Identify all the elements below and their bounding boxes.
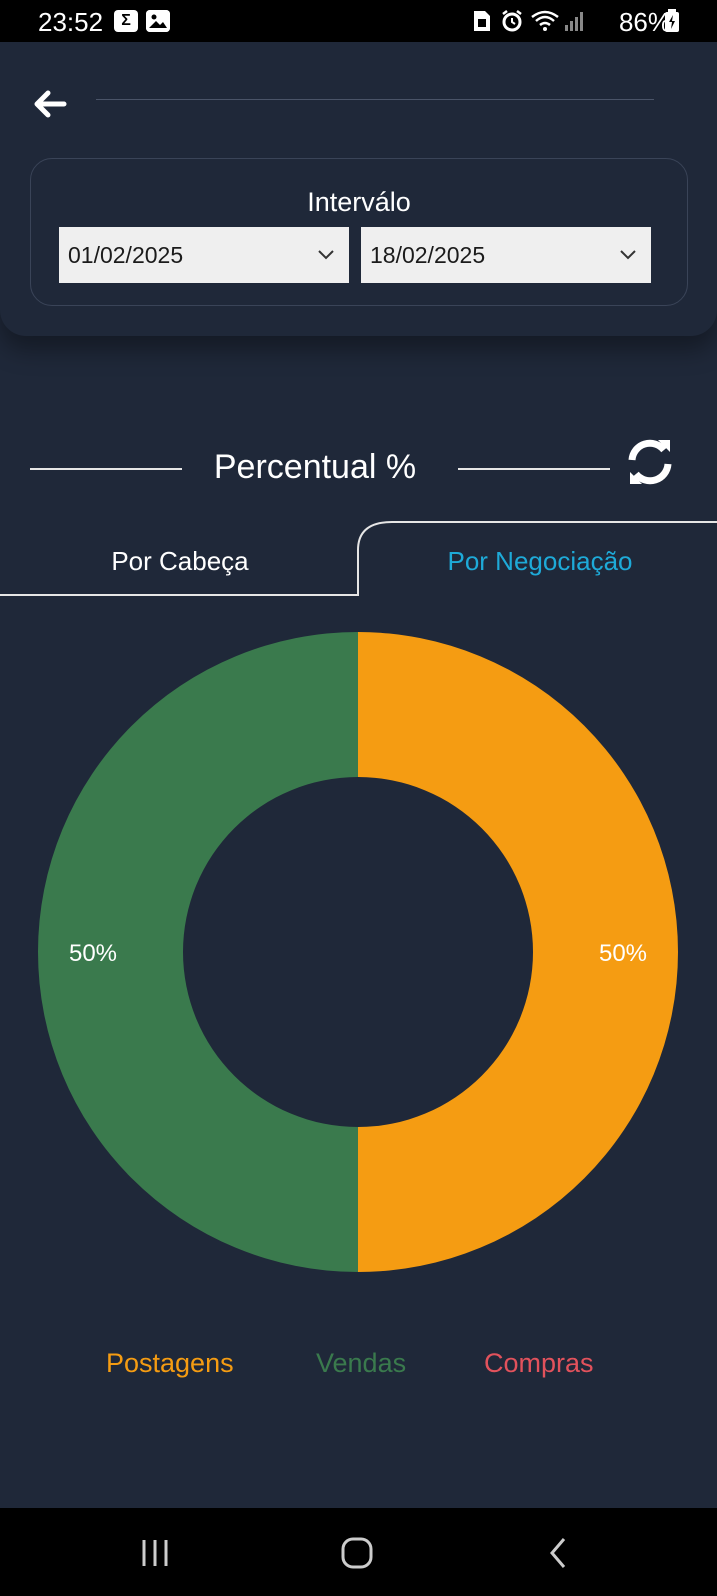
- tab-por-negociacao[interactable]: Por Negociação: [410, 546, 670, 577]
- chevron-down-icon: [620, 250, 636, 260]
- sigma-icon: Σ: [114, 10, 138, 32]
- status-time: 23:52: [38, 7, 104, 37]
- legend-postagens: Postagens: [106, 1348, 234, 1378]
- status-bar: 23:52 Σ 86%: [0, 0, 717, 42]
- chevron-down-icon: [318, 250, 334, 260]
- legend-vendas: Vendas: [316, 1348, 407, 1378]
- tab-bar: Por Cabeça Por Negociação: [0, 518, 717, 598]
- end-date-select[interactable]: 18/02/2025: [361, 227, 651, 283]
- header-divider: [96, 99, 654, 100]
- interval-label: Interválo: [307, 187, 411, 217]
- recent-apps-icon: [142, 1540, 168, 1566]
- header-panel: Interválo 01/02/2025 18/02/2025: [0, 42, 717, 336]
- end-date-value: 18/02/2025: [370, 242, 486, 268]
- recent-apps-button[interactable]: [130, 1528, 180, 1578]
- data-label-vendas: 50%: [69, 940, 117, 967]
- back-button[interactable]: [28, 82, 72, 126]
- tab-por-cabeca[interactable]: Por Cabeça: [60, 546, 300, 577]
- back-nav-button[interactable]: [534, 1528, 584, 1578]
- home-icon: [341, 1537, 373, 1569]
- donut-chart: 50% 50%: [0, 630, 717, 1290]
- navigation-bar: [0, 1508, 717, 1596]
- legend-compras: Compras: [484, 1348, 594, 1378]
- sim-icon: [472, 9, 492, 39]
- section-title-row: Percentual %: [0, 430, 717, 510]
- alarm-icon: [500, 9, 524, 39]
- arrow-left-icon: [34, 90, 67, 118]
- back-icon: [550, 1538, 566, 1568]
- home-button[interactable]: [332, 1528, 382, 1578]
- wifi-icon: [530, 9, 560, 39]
- signal-icon: [564, 9, 586, 39]
- donut-chart-svg: 50% 50%: [38, 632, 678, 1272]
- section-title: Percentual %: [213, 448, 417, 486]
- battery-charging-icon: [664, 9, 680, 39]
- interval-card: Interválo 01/02/2025 18/02/2025: [30, 158, 688, 306]
- title-line-right: [458, 468, 610, 470]
- refresh-icon: [628, 439, 672, 485]
- refresh-button[interactable]: [620, 432, 680, 492]
- data-label-postagens: 50%: [599, 940, 647, 967]
- start-date-select[interactable]: 01/02/2025: [59, 227, 349, 283]
- start-date-value: 01/02/2025: [68, 242, 184, 268]
- gallery-icon: [146, 10, 170, 32]
- chart-legend: Postagens Vendas Compras: [0, 1348, 717, 1388]
- title-line-left: [30, 468, 182, 470]
